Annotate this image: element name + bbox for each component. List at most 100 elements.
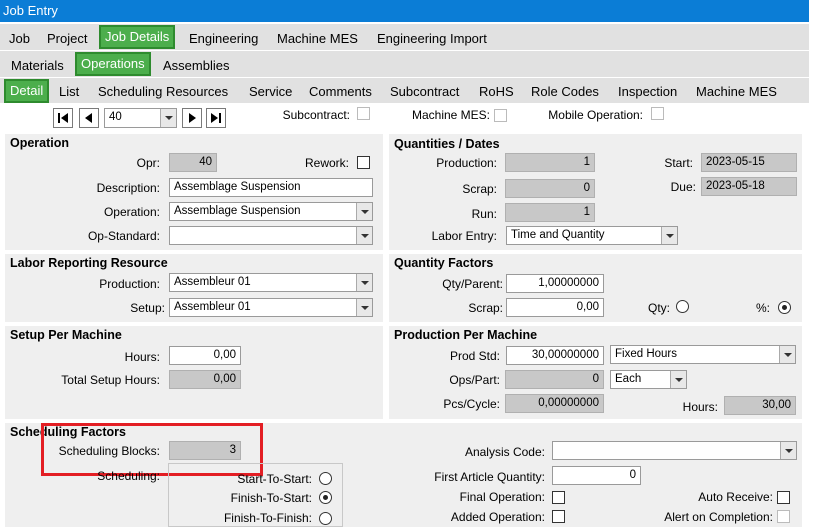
last-record-button[interactable] [206, 108, 226, 128]
added-operation-checkbox[interactable] [552, 510, 565, 523]
tab-engineering-import[interactable]: Engineering Import [377, 31, 487, 46]
ops-part-label: Ops/Part: [449, 373, 500, 387]
labor-production-combo-value: Assembleur 01 [174, 276, 251, 288]
start-to-start-radio[interactable] [319, 472, 332, 485]
qty-parent-field[interactable]: 1,00000000 [506, 274, 604, 293]
record-dropdown-button[interactable] [160, 109, 176, 127]
final-operation-label: Final Operation: [459, 490, 545, 504]
finish-to-finish-label: Finish-To-Finish: [223, 511, 312, 525]
prod-std-field[interactable]: 30,00000000 [506, 346, 604, 365]
rework-checkbox[interactable] [357, 156, 370, 169]
tab-assemblies[interactable]: Assemblies [163, 58, 229, 73]
start-date-label: Start: [664, 156, 693, 170]
ops-part-field[interactable]: 0 [505, 370, 604, 389]
pcs-cycle-field[interactable]: 0,00000000 [505, 394, 604, 413]
labor-entry-dropdown-button[interactable] [661, 227, 677, 244]
prod-std-label: Prod Std: [449, 349, 500, 363]
labor-production-combo[interactable]: Assembleur 01 [169, 273, 373, 292]
scrap-field[interactable]: 0 [505, 179, 595, 198]
analysis-code-combo[interactable] [552, 441, 797, 460]
production-label: Production: [436, 156, 497, 170]
rework-label: Rework: [304, 156, 349, 170]
subcontract-checkbox[interactable] [357, 107, 370, 120]
tab-subcontract[interactable]: Subcontract [390, 84, 459, 99]
chevron-down-icon [784, 352, 792, 357]
mobile-operation-checkbox[interactable] [651, 107, 664, 120]
labor-entry-combo[interactable]: Time and Quantity [506, 226, 678, 245]
pcs-cycle-label: Pcs/Cycle: [443, 397, 500, 411]
record-selector[interactable]: 40 [104, 108, 177, 128]
tab-role-codes[interactable]: Role Codes [531, 84, 599, 99]
final-operation-checkbox[interactable] [552, 491, 565, 504]
tab-engineering[interactable]: Engineering [189, 31, 258, 46]
record-selector-value: 40 [109, 111, 122, 123]
detail-tab-bar: Detail List Scheduling Resources Service… [0, 78, 809, 103]
tab-detail[interactable]: Detail [4, 79, 50, 103]
tab-list[interactable]: List [59, 84, 79, 99]
tab-project[interactable]: Project [47, 31, 87, 46]
qty-radio[interactable] [676, 300, 689, 313]
setup-hours-label: Hours: [124, 350, 160, 364]
labor-setup-combo-value: Assembleur 01 [174, 301, 251, 313]
tab-comments[interactable]: Comments [309, 84, 372, 99]
percent-radio-label: %: [755, 301, 770, 315]
qty-radio-label: Qty: [647, 301, 670, 315]
op-standard-combo[interactable] [169, 226, 373, 245]
first-article-label: First Article Quantity: [434, 470, 545, 484]
operation-combo-value: Assemblage Suspension [174, 205, 301, 217]
operation-combo[interactable]: Assemblage Suspension [169, 202, 373, 221]
analysis-code-dropdown-button[interactable] [780, 442, 796, 459]
alert-completion-label: Alert on Completion: [664, 510, 773, 524]
window-title: Job Entry [0, 0, 809, 22]
description-field[interactable]: Assemblage Suspension [169, 178, 373, 197]
labor-entry-combo-value: Time and Quantity [511, 229, 605, 241]
tab-scheduling-resources[interactable]: Scheduling Resources [98, 84, 228, 99]
finish-to-finish-radio[interactable] [319, 512, 332, 525]
percent-radio[interactable] [778, 301, 791, 314]
tab-machine-mes-detail[interactable]: Machine MES [696, 84, 777, 99]
finish-to-start-radio[interactable] [319, 491, 332, 504]
first-article-field[interactable]: 0 [552, 466, 641, 485]
tab-inspection[interactable]: Inspection [618, 84, 677, 99]
total-setup-hours-field[interactable]: 0,00 [169, 370, 241, 389]
labor-production-dropdown-button[interactable] [356, 274, 372, 291]
op-standard-label: Op-Standard: [87, 229, 160, 243]
tab-operations[interactable]: Operations [75, 52, 151, 76]
subcontract-label: Subcontract: [282, 108, 350, 122]
auto-receive-checkbox[interactable] [777, 491, 790, 504]
tab-job[interactable]: Job [9, 31, 30, 46]
ops-part-unit-dropdown-button[interactable] [670, 371, 686, 388]
start-date-field[interactable]: 2023-05-15 [701, 153, 797, 172]
prod-std-unit-combo[interactable]: Fixed Hours [610, 345, 796, 364]
tab-job-details[interactable]: Job Details [99, 25, 176, 49]
labor-setup-label: Setup: [130, 301, 165, 315]
opr-field[interactable]: 40 [169, 153, 217, 172]
machine-hours-field[interactable]: 30,00 [724, 396, 796, 415]
machine-mes-checkbox[interactable] [494, 109, 507, 122]
ops-part-unit-combo[interactable]: Each [610, 370, 687, 389]
tab-service[interactable]: Service [249, 84, 292, 99]
qty-scrap-field[interactable]: 0,00 [506, 298, 604, 317]
production-field[interactable]: 1 [505, 153, 595, 172]
alert-completion-checkbox[interactable] [777, 510, 790, 523]
next-record-button[interactable] [182, 108, 202, 128]
tab-materials[interactable]: Materials [11, 58, 64, 73]
chevron-down-icon [361, 209, 369, 214]
run-field[interactable]: 1 [505, 203, 595, 222]
first-record-button[interactable] [53, 108, 73, 128]
previous-record-button[interactable] [79, 108, 99, 128]
prod-std-unit-dropdown-button[interactable] [779, 346, 795, 363]
tab-rohs[interactable]: RoHS [479, 84, 514, 99]
tab-machine-mes[interactable]: Machine MES [277, 31, 358, 46]
op-standard-dropdown-button[interactable] [356, 227, 372, 244]
mobile-operation-label: Mobile Operation: [548, 108, 643, 122]
machine-hours-label: Hours: [682, 400, 718, 414]
labor-setup-dropdown-button[interactable] [356, 299, 372, 316]
chevron-down-icon [361, 233, 369, 238]
setup-hours-field[interactable]: 0,00 [169, 346, 241, 365]
operation-dropdown-button[interactable] [356, 203, 372, 220]
quantities-panel-title: Quantities / Dates [394, 137, 500, 151]
labor-setup-combo[interactable]: Assembleur 01 [169, 298, 373, 317]
first-record-icon [58, 113, 68, 123]
due-date-field[interactable]: 2023-05-18 [701, 177, 797, 196]
